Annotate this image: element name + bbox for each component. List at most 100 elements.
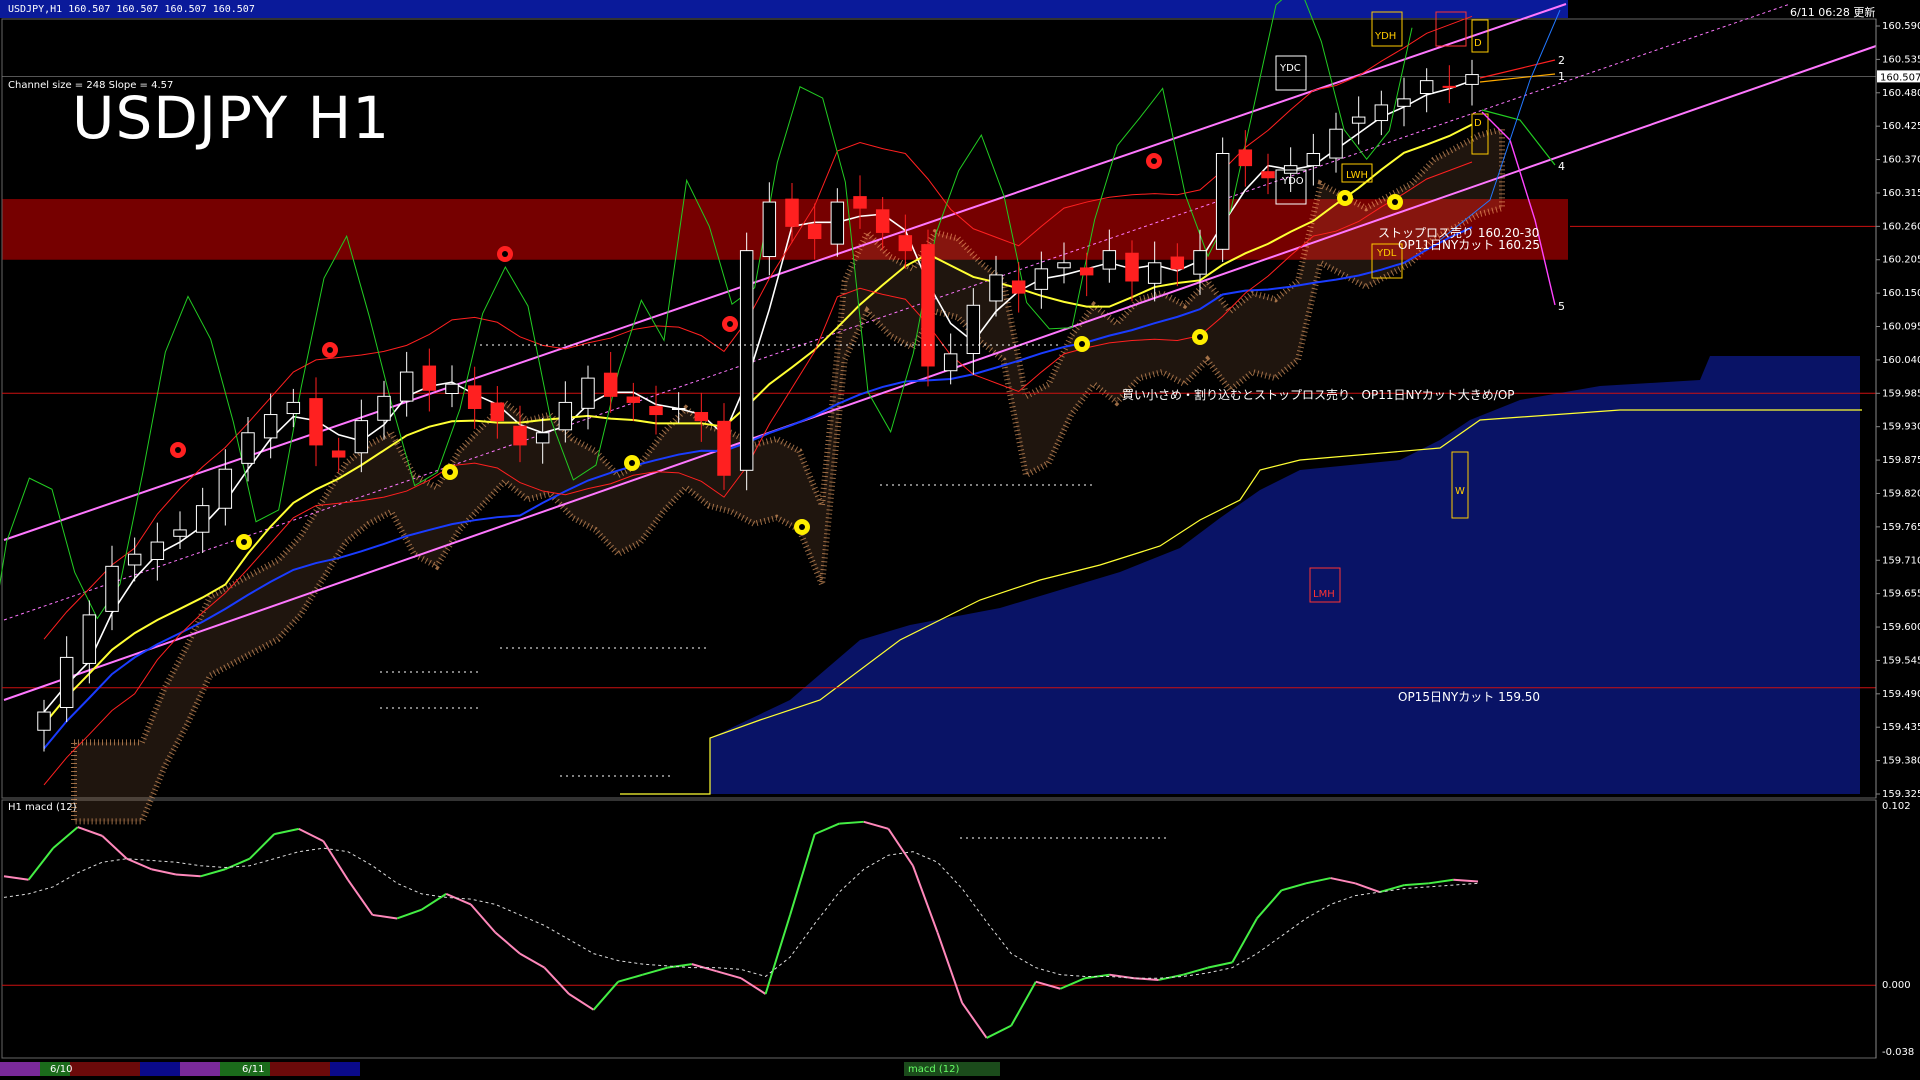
candle-body bbox=[263, 414, 278, 439]
candle-body bbox=[1397, 98, 1411, 107]
macd-signal-line bbox=[3, 847, 1479, 979]
signal-mark-center bbox=[175, 447, 181, 453]
lmh-label: LMH bbox=[1313, 589, 1335, 600]
macd-plot bbox=[2, 820, 1876, 1039]
candle-body bbox=[399, 371, 414, 402]
macd-segment bbox=[519, 952, 545, 969]
cloud-blue-fill bbox=[710, 356, 1860, 794]
ydc-label: YDC bbox=[1280, 63, 1301, 74]
price-tick-label: 160.040 bbox=[1882, 355, 1920, 366]
current-price-label: 160.507 bbox=[1880, 72, 1920, 83]
macd-segment bbox=[863, 820, 889, 830]
price-tick-label: 159.655 bbox=[1882, 589, 1920, 600]
candle-body bbox=[467, 385, 482, 409]
macd-segment bbox=[101, 835, 128, 860]
candle-body bbox=[1057, 262, 1071, 269]
price-tick-label: 159.435 bbox=[1882, 722, 1920, 733]
symbol-line: USDJPY,H1 160.507 160.507 160.507 160.50… bbox=[8, 4, 255, 15]
candle-body bbox=[1170, 256, 1185, 270]
candle-body bbox=[37, 711, 51, 731]
macd-axis: 0.102 0.000 -0.038 bbox=[1875, 800, 1914, 1058]
candle-body bbox=[626, 396, 641, 403]
comment-annotation: 買い小さめ・割り込むとストップロス売り、OP11日NYカット大きめ/OP bbox=[1122, 388, 1515, 402]
candle-body bbox=[1147, 262, 1162, 284]
signal-mark-center bbox=[1342, 195, 1348, 201]
candle-body bbox=[195, 505, 210, 533]
ydh-label: YDH bbox=[1375, 31, 1397, 42]
w-label: W bbox=[1455, 486, 1465, 497]
macd-segment bbox=[986, 1024, 1012, 1039]
macd-segment bbox=[789, 833, 816, 916]
macd-segment bbox=[1256, 889, 1283, 920]
chart-canvas: 160.590 160.535 160.480 160.425 160.370 160.3… bbox=[0, 0, 1920, 1076]
candle-body bbox=[830, 201, 845, 245]
candle-body bbox=[1034, 268, 1049, 290]
candle-body bbox=[1102, 250, 1117, 270]
bottom-bar bbox=[0, 1062, 1000, 1076]
price-tick-label: 160.095 bbox=[1882, 322, 1920, 333]
price-tick-label: 159.490 bbox=[1882, 689, 1920, 700]
candle-body bbox=[1238, 149, 1253, 167]
signal-mark-center bbox=[1151, 158, 1157, 164]
candle-body bbox=[1283, 165, 1298, 174]
candle-body bbox=[105, 565, 119, 612]
macd-segment bbox=[494, 931, 521, 955]
d-top-label: D bbox=[1474, 38, 1482, 49]
candle-body bbox=[82, 614, 97, 664]
date-segment bbox=[140, 1062, 180, 1076]
macd-segment bbox=[77, 826, 103, 837]
wave-label-4: 4 bbox=[1558, 160, 1565, 173]
macd-segment bbox=[274, 827, 300, 836]
price-tick-label: 159.600 bbox=[1882, 622, 1920, 633]
candle-body bbox=[807, 223, 822, 239]
candle-body bbox=[603, 372, 618, 397]
macd-segment bbox=[740, 977, 767, 995]
candle-body bbox=[59, 656, 74, 709]
op15-annotation: OP15日NYカット 159.50 bbox=[1398, 690, 1541, 704]
page-title: USDJPY H1 bbox=[72, 84, 391, 152]
macd-segment bbox=[1354, 882, 1381, 894]
price-tick-label: 159.985 bbox=[1882, 388, 1920, 399]
candle-body bbox=[241, 432, 255, 464]
macd-segment bbox=[347, 879, 374, 916]
candle-body bbox=[739, 250, 754, 471]
update-time: 6/11 06:28 更新 bbox=[1790, 6, 1876, 19]
price-tick-label: 160.480 bbox=[1882, 88, 1920, 99]
candle-body bbox=[377, 395, 391, 421]
candle-body bbox=[1329, 128, 1343, 159]
wave-label-1: 1 bbox=[1558, 70, 1565, 83]
price-tick-label: 160.535 bbox=[1882, 54, 1920, 65]
price-tick-label: 159.380 bbox=[1882, 756, 1920, 767]
macd-segment bbox=[298, 827, 324, 843]
candle-body bbox=[513, 425, 527, 446]
candle-body bbox=[853, 196, 867, 209]
candle-body bbox=[218, 468, 233, 509]
macd-segment bbox=[1010, 981, 1037, 1027]
macd-segment bbox=[1207, 961, 1233, 969]
date-segment bbox=[0, 1062, 40, 1076]
signal-mark-center bbox=[727, 321, 733, 327]
price-tick-label: 160.315 bbox=[1882, 188, 1920, 199]
macd-segment bbox=[1404, 882, 1429, 887]
candle-body bbox=[1193, 250, 1207, 275]
candle-body bbox=[150, 541, 165, 561]
candle-body bbox=[331, 450, 346, 458]
date-segment bbox=[270, 1062, 330, 1076]
date-label-6-10: 6/10 bbox=[50, 1064, 73, 1075]
candle-body bbox=[127, 553, 142, 566]
op11-annotation: OP11日NYカット 160.25 bbox=[1398, 238, 1541, 252]
candle-body bbox=[1419, 80, 1434, 95]
macd-segment bbox=[617, 973, 644, 983]
macd-segment bbox=[887, 828, 914, 867]
macd-segment bbox=[200, 868, 226, 878]
price-tick-label: 159.765 bbox=[1882, 522, 1920, 533]
indicator-tab[interactable]: macd (12) bbox=[908, 1064, 959, 1075]
candle-body bbox=[1079, 267, 1094, 276]
candle-body bbox=[354, 420, 369, 454]
candle-body bbox=[1374, 104, 1389, 122]
date-segment bbox=[180, 1062, 220, 1076]
ydl-label: YDL bbox=[1377, 248, 1397, 259]
macd-segment bbox=[470, 903, 497, 934]
macd-segment bbox=[1158, 973, 1184, 981]
macd-segment bbox=[224, 857, 251, 871]
